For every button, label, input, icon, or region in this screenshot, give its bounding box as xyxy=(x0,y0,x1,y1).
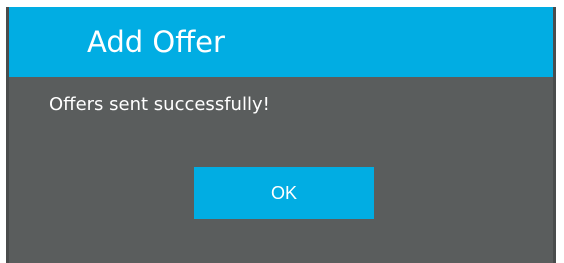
ok-button[interactable]: OK xyxy=(194,167,374,219)
screen: Add Offer Offers sent successfully! OK xyxy=(0,0,564,263)
dialog-message: Offers sent successfully! xyxy=(49,94,270,115)
dialog-title: Add Offer xyxy=(87,25,225,59)
dialog-title-bar: Add Offer xyxy=(9,7,553,77)
add-offer-dialog: Add Offer Offers sent successfully! OK xyxy=(6,7,556,263)
